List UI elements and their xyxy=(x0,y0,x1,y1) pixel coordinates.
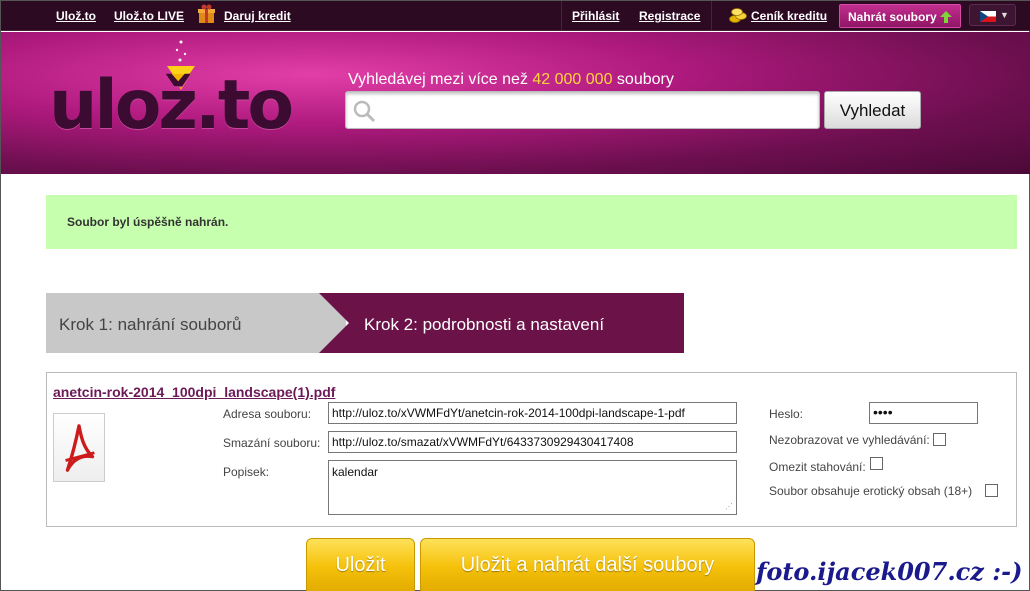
search-icon xyxy=(353,100,376,123)
limit-download-checkbox[interactable] xyxy=(870,457,883,470)
gift-icon xyxy=(198,4,215,23)
search-button[interactable]: Vyhledat xyxy=(824,91,921,129)
delete-link-label: Smazání souboru: xyxy=(223,436,321,450)
limit-download-label: Omezit stahování: xyxy=(769,460,866,474)
password-label: Heslo: xyxy=(769,407,804,421)
erotic-content-label: Soubor obsahuje erotický obsah (18+) xyxy=(769,484,973,498)
file-name-link[interactable]: anetcin-rok-2014_100dpi_landscape(1).pdf xyxy=(53,384,335,400)
chevron-down-icon: ▼ xyxy=(1000,10,1009,20)
address-field[interactable]: http://uloz.to/xVWMFdYt/anetcin-rok-2014… xyxy=(328,402,737,424)
photo-watermark: foto.ijacek007.cz :-) xyxy=(756,557,1023,586)
success-message-box: Soubor byl úspěšně nahrán. xyxy=(46,195,1017,249)
search-input[interactable] xyxy=(382,98,812,124)
step-2-label: Krok 2: podrobnosti a nastavení xyxy=(364,315,605,334)
upload-files-button[interactable]: Nahrát soubory xyxy=(839,4,961,28)
login-link[interactable]: Přihlásit xyxy=(572,9,619,23)
hide-in-search-label: Nezobrazovat ve vyhledávání: xyxy=(769,433,930,447)
language-selector[interactable]: ▼ xyxy=(969,4,1016,26)
save-and-upload-more-button[interactable]: Uložit a nahrát další soubory xyxy=(420,538,755,591)
search-box xyxy=(345,91,820,129)
pdf-icon xyxy=(65,424,95,472)
search-tagline: Vyhledávej mezi více než 42 000 000 soub… xyxy=(348,71,674,89)
file-count: 42 000 000 xyxy=(532,71,613,88)
password-field[interactable]: •••• xyxy=(869,402,978,424)
czech-flag-icon xyxy=(980,11,996,22)
address-label: Adresa souboru: xyxy=(223,407,312,421)
nav-link-daruj-kredit[interactable]: Daruj kredit xyxy=(224,9,291,23)
upload-files-label: Nahrát soubory xyxy=(848,10,937,24)
step-2-tab: Krok 2: podrobnosti a nastavení xyxy=(319,293,684,353)
credit-prices-link[interactable]: Ceník kreditu xyxy=(751,9,827,23)
success-message: Soubor byl úspěšně nahrán. xyxy=(67,215,229,229)
register-link[interactable]: Registrace xyxy=(639,9,700,23)
delete-link-field[interactable]: http://uloz.to/smazat/xVWMFdYt/643373092… xyxy=(328,431,737,453)
tagline-prefix: Vyhledávej mezi více než xyxy=(348,71,533,88)
pdf-file-thumbnail xyxy=(53,413,105,482)
step-1-label: Krok 1: nahrání souborů xyxy=(59,315,242,334)
file-details-panel: anetcin-rok-2014_100dpi_landscape(1).pdf… xyxy=(46,372,1017,527)
description-textarea[interactable]: kalendar ⋰ xyxy=(328,460,737,515)
erotic-content-checkbox[interactable] xyxy=(985,484,998,497)
save-button[interactable]: Uložit xyxy=(306,538,415,591)
upload-arrow-icon xyxy=(940,11,952,23)
coins-icon xyxy=(729,8,747,23)
description-label: Popisek: xyxy=(223,465,270,479)
site-header: ulož.to Vyhledávej mezi více než 42 000 … xyxy=(1,32,1030,174)
description-value: kalendar xyxy=(332,465,379,479)
resize-grip-icon[interactable]: ⋰ xyxy=(725,502,733,511)
step-1-tab: Krok 1: nahrání souborů xyxy=(46,293,346,353)
nav-link-ulozto[interactable]: Ulož.to xyxy=(56,9,96,23)
nav-link-ulozto-live[interactable]: Ulož.to LIVE xyxy=(114,9,184,23)
site-logo[interactable]: ulož.to xyxy=(49,72,294,140)
top-navigation: Ulož.to Ulož.to LIVE Daruj kredit Přihlá… xyxy=(1,1,1030,31)
tagline-suffix: soubory xyxy=(612,71,674,88)
hide-in-search-checkbox[interactable] xyxy=(933,433,946,446)
